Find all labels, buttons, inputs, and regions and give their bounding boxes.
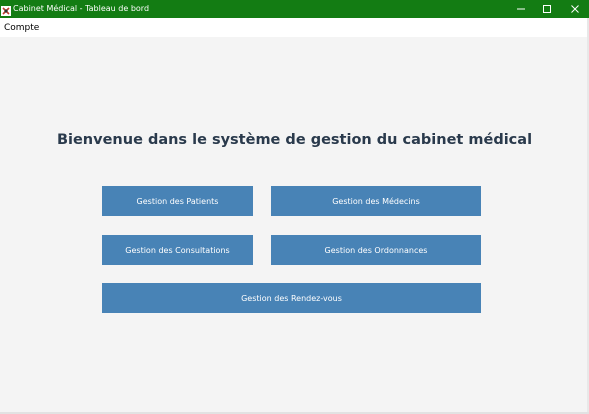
window-title: Cabinet Médical - Tableau de bord <box>13 4 150 13</box>
rendezvous-button[interactable]: Gestion des Rendez-vous <box>102 283 481 313</box>
page-title: Bienvenue dans le système de gestion du … <box>56 132 533 148</box>
consultations-button[interactable]: Gestion des Consultations <box>102 235 253 265</box>
medecins-button[interactable]: Gestion des Médecins <box>271 186 481 216</box>
maximize-icon[interactable] <box>533 0 561 18</box>
close-icon[interactable] <box>561 0 589 18</box>
menu-compte[interactable]: Compte <box>4 18 39 37</box>
title-bar: Cabinet Médical - Tableau de bord <box>0 0 589 18</box>
ordonnances-button[interactable]: Gestion des Ordonnances <box>271 235 481 265</box>
menu-bar: Compte <box>0 18 589 37</box>
minimize-icon[interactable] <box>507 0 535 18</box>
app-icon[interactable] <box>1 2 11 16</box>
patients-button[interactable]: Gestion des Patients <box>102 186 253 216</box>
